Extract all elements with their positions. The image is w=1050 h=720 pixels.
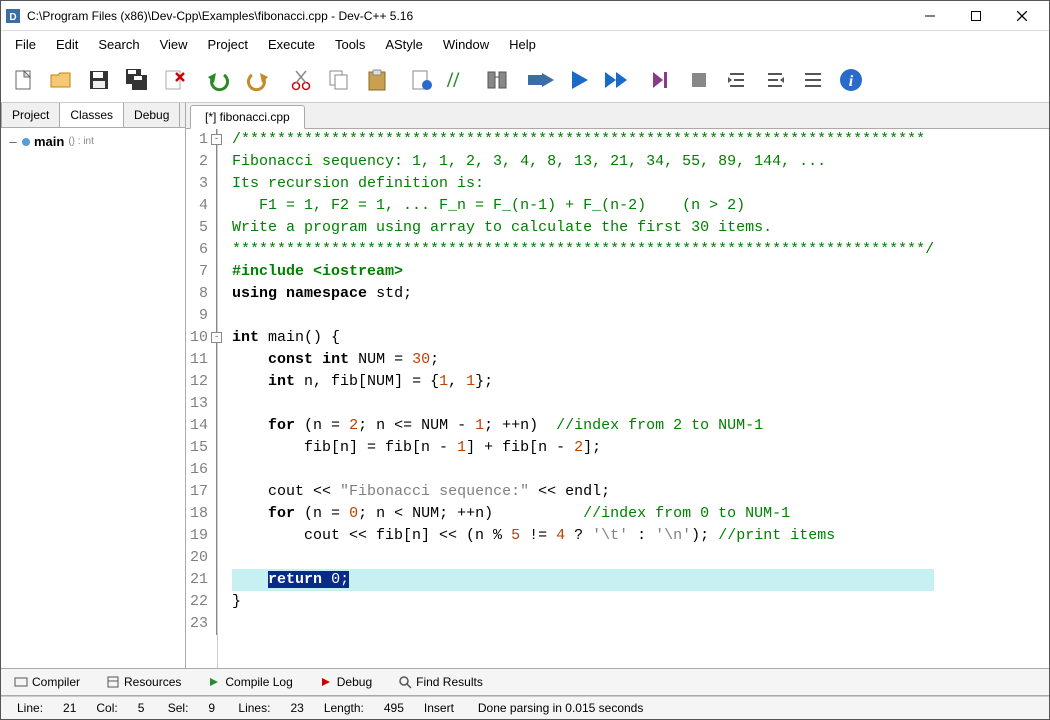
tree-annotation: () : int [68,136,94,147]
class-main[interactable]: – main () : int [5,132,181,151]
menu-execute[interactable]: Execute [258,33,325,56]
window-title: C:\Program Files (x86)\Dev-Cpp\Examples\… [27,9,907,23]
menu-help[interactable]: Help [499,33,546,56]
find-button[interactable] [479,62,515,98]
tree-label: main [34,134,64,149]
menu-view[interactable]: View [150,33,198,56]
class-browser[interactable]: – main () : int [1,128,185,668]
tab-icon [398,675,412,689]
undo-button[interactable] [201,62,237,98]
about-button[interactable]: i [833,62,869,98]
bottom-tab-debug[interactable]: Debug [310,671,381,693]
indent-out-button[interactable] [719,62,755,98]
comment-button[interactable]: // [441,62,477,98]
status-sel-label: Sel: [160,701,197,715]
menu-search[interactable]: Search [88,33,149,56]
indent-in-button[interactable] [757,62,793,98]
close-button[interactable] [999,2,1045,30]
maximize-button[interactable] [953,2,999,30]
tab-icon [14,675,28,689]
statusbar: Line: 21 Col: 5 Sel: 9 Lines: 23 Length:… [1,696,1049,719]
menu-project[interactable]: Project [198,33,258,56]
properties-button[interactable] [403,62,439,98]
format-button[interactable] [795,62,831,98]
menu-file[interactable]: File [5,33,46,56]
bottom-tab-compiler[interactable]: Compiler [5,671,89,693]
run-fast-button[interactable] [599,62,635,98]
status-sel-value: 9 [200,701,226,715]
minimize-button[interactable] [907,2,953,30]
svg-text:i: i [849,73,854,90]
side-tab-project[interactable]: Project [1,103,60,127]
tab-icon [319,675,333,689]
code-content[interactable]: /***************************************… [218,129,934,668]
titlebar: D C:\Program Files (x86)\Dev-Cpp\Example… [1,1,1049,31]
toolbar: // i [1,58,1049,103]
copy-button[interactable] [321,62,357,98]
status-length-label: Length: [316,701,372,715]
bottom-tabs: Compiler Resources Compile Log Debug Find Re… [1,668,1049,696]
window-controls [907,2,1045,30]
redo-button[interactable] [239,62,275,98]
status-mode: Insert [416,701,466,715]
menu-astyle[interactable]: AStyle [375,33,433,56]
cut-button[interactable] [283,62,319,98]
close-file-button[interactable] [157,62,193,98]
tab-icon [207,675,221,689]
save-all-button[interactable] [119,62,155,98]
tab-icon [106,675,120,689]
open-file-button[interactable] [43,62,79,98]
debug-skip-button[interactable] [643,62,679,98]
compile-run-button[interactable] [523,62,559,98]
menu-tools[interactable]: Tools [325,33,375,56]
editor-tabs: [*] fibonacci.cpp [186,103,1049,129]
bottom-tab-find-results[interactable]: Find Results [389,671,492,693]
save-button[interactable] [81,62,117,98]
method-icon [22,138,30,146]
menu-edit[interactable]: Edit [46,33,88,56]
run-button[interactable] [561,62,597,98]
bottom-tab-compile-log[interactable]: Compile Log [198,671,301,693]
menu-window[interactable]: Window [433,33,499,56]
status-length-value: 495 [376,701,412,715]
menubar: FileEditSearchViewProjectExecuteToolsASt… [1,31,1049,58]
tree-toggle-icon[interactable]: – [7,134,19,149]
side-panel: ProjectClassesDebug – main () : int [1,103,186,668]
side-tabs: ProjectClassesDebug [1,103,185,128]
status-line-value: 21 [55,701,84,715]
editor-area: [*] fibonacci.cpp 1-2345678910-111213141… [186,103,1049,668]
tab-fibonacci[interactable]: [*] fibonacci.cpp [190,105,305,129]
status-col-value: 5 [130,701,156,715]
stop-button[interactable] [681,62,717,98]
new-file-button[interactable] [5,62,41,98]
status-message: Done parsing in 0.015 seconds [470,701,651,715]
content-area: ProjectClassesDebug – main () : int [*] … [1,103,1049,668]
code-editor[interactable]: 1-2345678910-11121314151617181920212223 … [186,129,1049,668]
svg-text:D: D [9,12,16,23]
side-tab-classes[interactable]: Classes [59,103,124,127]
bottom-tab-resources[interactable]: Resources [97,671,190,693]
status-line-label: Line: [9,701,51,715]
app-icon: D [5,8,21,24]
status-lines-value: 23 [282,701,311,715]
status-lines-label: Lines: [230,701,278,715]
status-col-label: Col: [88,701,125,715]
side-tab-debug[interactable]: Debug [123,103,180,127]
svg-text://: // [446,67,460,92]
line-number-gutter: 1-2345678910-11121314151617181920212223 [186,129,218,668]
paste-button[interactable] [359,62,395,98]
